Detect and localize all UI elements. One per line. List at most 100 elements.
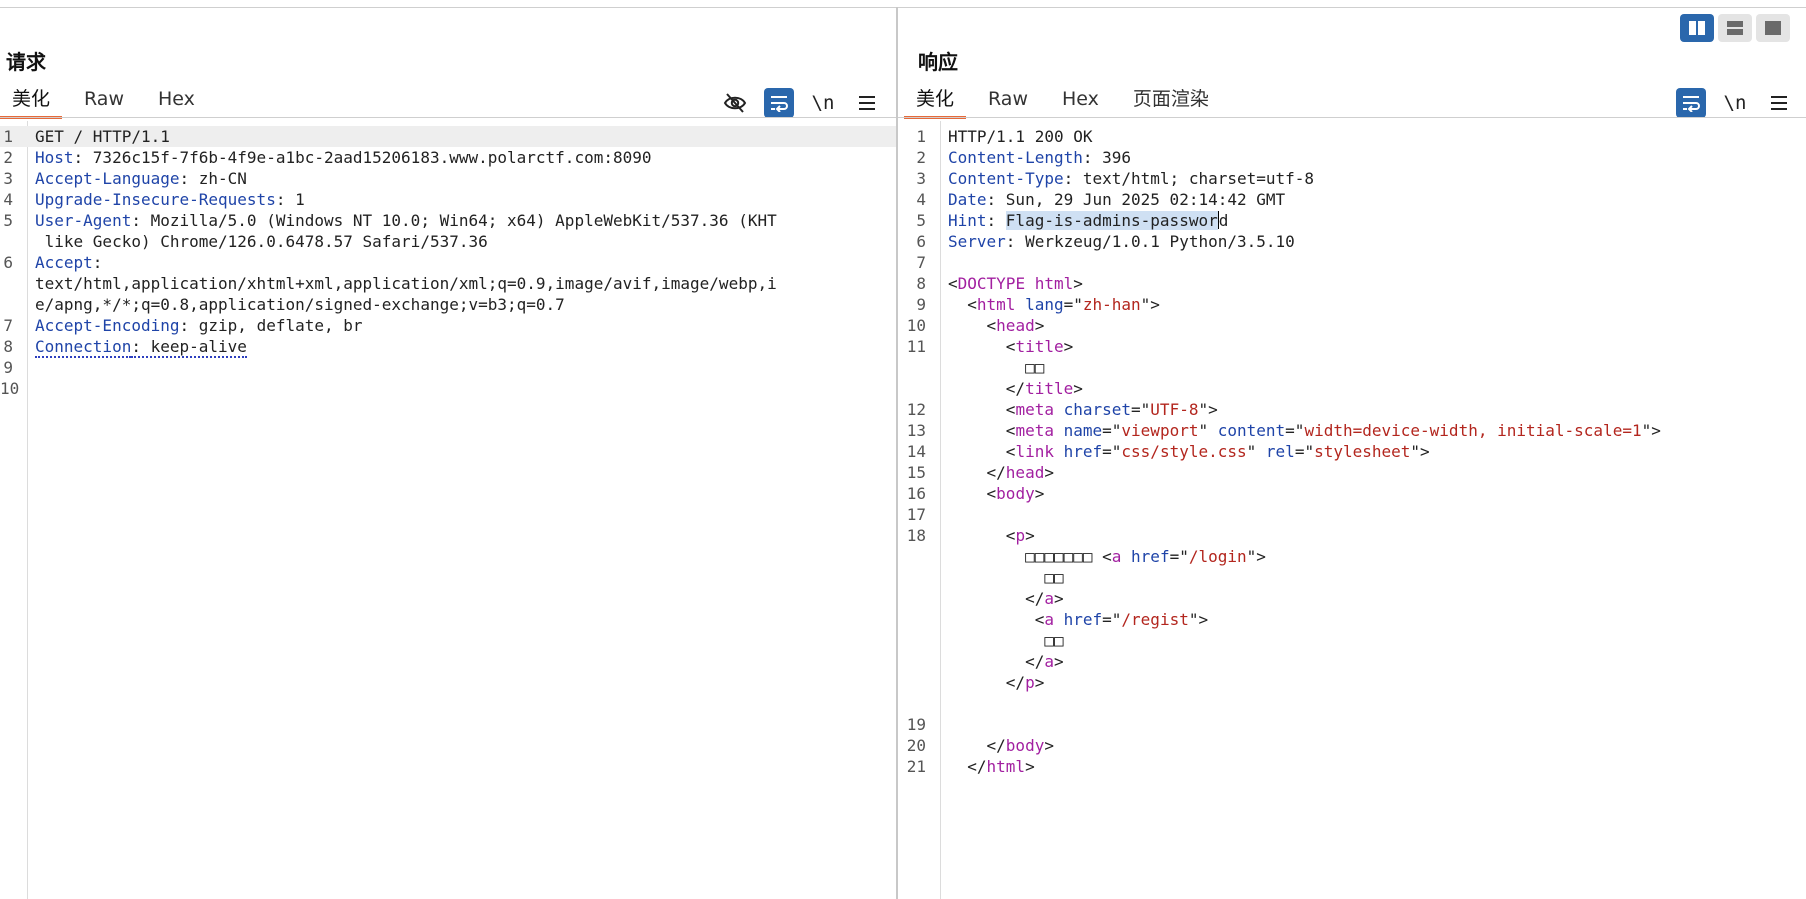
menu-icon[interactable] bbox=[852, 88, 882, 118]
line-number: 5 bbox=[3, 211, 13, 230]
code-line[interactable]: 18 <p> bbox=[898, 525, 1806, 546]
code-token: </ bbox=[948, 673, 1026, 692]
code-line[interactable]: 2 Content-Length: 396 bbox=[898, 147, 1806, 168]
code-line[interactable]: 3 Accept-Language: zh-CN bbox=[0, 168, 896, 189]
code-line[interactable]: □□ bbox=[898, 630, 1806, 651]
code-token: > bbox=[1053, 589, 1064, 608]
code-line[interactable]: 15 </head> bbox=[898, 462, 1806, 483]
line-number: 15 bbox=[906, 463, 926, 482]
response-code[interactable]: 1 HTTP/1.1 200 OK 2 Content-Length: 396 3 Con… bbox=[898, 126, 1806, 899]
line-number: 7 bbox=[3, 316, 13, 335]
code-line[interactable]: 8 <DOCTYPE html> bbox=[898, 273, 1806, 294]
code-line[interactable] bbox=[898, 693, 1806, 714]
code-line[interactable]: 10 bbox=[0, 378, 896, 399]
line-number: 3 bbox=[916, 169, 926, 188]
code-token: =" bbox=[1131, 400, 1151, 419]
line-number: 9 bbox=[916, 295, 926, 314]
code-line[interactable]: 14 <link href="css/style.css" rel="style… bbox=[898, 441, 1806, 462]
tab-hex[interactable]: Hex bbox=[146, 86, 207, 119]
wrap-icon[interactable] bbox=[764, 88, 794, 118]
code-token: title bbox=[1025, 379, 1074, 398]
code-line[interactable]: 1 GET / HTTP/1.1 bbox=[0, 126, 896, 147]
response-title: 响应 bbox=[918, 50, 958, 74]
code-token: </ bbox=[948, 589, 1045, 608]
line-number: 7 bbox=[916, 253, 926, 272]
code-line[interactable]: 6 Accept: bbox=[0, 252, 896, 273]
request-editor[interactable]: 1 GET / HTTP/1.1 2 Host: 7326c15f-7f6b-4f9e… bbox=[0, 121, 896, 899]
code-token: > bbox=[1073, 379, 1083, 398]
code-line[interactable]: 13 <meta name="viewport" content="width=… bbox=[898, 420, 1806, 441]
tab-raw[interactable]: Raw bbox=[72, 86, 136, 119]
request-tabs-rule bbox=[0, 117, 896, 118]
code-token: < bbox=[948, 484, 997, 503]
code-line[interactable]: 7 Accept-Encoding: gzip, deflate, br bbox=[0, 315, 896, 336]
code-line[interactable]: 5 Hint: Flag-is-admins-password bbox=[898, 210, 1806, 231]
code-token: > bbox=[1053, 652, 1064, 671]
code-line[interactable]: 2 Host: 7326c15f-7f6b-4f9e-a1bc-2aad15206… bbox=[0, 147, 896, 168]
line-number: 18 bbox=[906, 526, 926, 545]
code-line[interactable]: 21 </html> bbox=[898, 756, 1806, 777]
tab-hex[interactable]: Hex bbox=[1050, 86, 1111, 119]
code-line[interactable]: 3 Content-Type: text/html; charset=utf-8 bbox=[898, 168, 1806, 189]
request-tabs: 美化 Raw Hex bbox=[0, 86, 207, 119]
code-token: href bbox=[1053, 610, 1103, 629]
line-number: 20 bbox=[906, 736, 926, 755]
code-line[interactable]: 9 <html lang="zh-han"> bbox=[898, 294, 1806, 315]
code-line[interactable]: 9 bbox=[0, 357, 896, 378]
code-token: < bbox=[948, 400, 1016, 419]
eye-off-icon[interactable] bbox=[720, 88, 750, 118]
code-line[interactable]: 8 Connection: keep-alive bbox=[0, 336, 896, 358]
code-line[interactable]: 7 bbox=[898, 252, 1806, 273]
code-line[interactable]: 12 <meta charset="UTF-8"> bbox=[898, 399, 1806, 420]
code-token: css/style.css bbox=[1121, 442, 1247, 461]
code-line[interactable]: 16 <body> bbox=[898, 483, 1806, 504]
code-line[interactable]: 10 <head> bbox=[898, 315, 1806, 336]
code-line[interactable]: </p> bbox=[898, 672, 1806, 693]
tab-render[interactable]: 页面渲染 bbox=[1121, 86, 1221, 119]
line-number: 10 bbox=[0, 379, 20, 398]
code-line[interactable]: like Gecko) Chrome/126.0.6478.57 Safari/… bbox=[0, 231, 896, 252]
code-line[interactable]: 4 Date: Sun, 29 Jun 2025 02:14:42 GMT bbox=[898, 189, 1806, 210]
code-token: Accept-Encoding bbox=[35, 316, 180, 335]
code-line[interactable]: text/html,application/xhtml+xml,applicat… bbox=[0, 273, 896, 294]
tab-pretty[interactable]: 美化 bbox=[0, 86, 63, 119]
code-line[interactable]: </a> bbox=[898, 651, 1806, 672]
code-line[interactable]: </title> bbox=[898, 378, 1806, 399]
code-token: rel bbox=[1256, 442, 1295, 461]
tab-pretty[interactable]: 美化 bbox=[904, 86, 967, 119]
code-token: "> bbox=[1198, 400, 1218, 419]
code-line[interactable]: 19 bbox=[898, 714, 1806, 735]
code-token: "> bbox=[1188, 610, 1209, 629]
wrap-icon[interactable] bbox=[1676, 88, 1706, 118]
code-line[interactable]: 17 bbox=[898, 504, 1806, 525]
code-token: href bbox=[1121, 547, 1170, 566]
newline-toggle[interactable]: \n bbox=[1720, 88, 1750, 118]
tab-raw[interactable]: Raw bbox=[976, 86, 1040, 119]
code-line[interactable]: <a href="/regist"> bbox=[898, 609, 1806, 630]
line-number: 11 bbox=[906, 337, 926, 356]
code-line[interactable]: </a> bbox=[898, 588, 1806, 609]
code-line[interactable]: □□ bbox=[898, 567, 1806, 588]
code-line[interactable]: 20 </body> bbox=[898, 735, 1806, 756]
menu-icon[interactable] bbox=[1764, 88, 1794, 118]
code-line[interactable]: 1 HTTP/1.1 200 OK bbox=[898, 126, 1806, 147]
code-line[interactable]: □□□□□□□ <a href="/login"> bbox=[898, 546, 1806, 567]
response-editor[interactable]: 1 HTTP/1.1 200 OK 2 Content-Length: 396 3 Con… bbox=[898, 121, 1806, 899]
code-token: head bbox=[1005, 463, 1045, 482]
code-token: : keep-alive bbox=[131, 337, 247, 358]
code-token: UTF-8 bbox=[1150, 400, 1199, 419]
code-token: d bbox=[1218, 211, 1229, 230]
code-line[interactable]: 4 Upgrade-Insecure-Requests: 1 bbox=[0, 189, 896, 210]
code-line[interactable]: 6 Server: Werkzeug/1.0.1 Python/3.5.10 bbox=[898, 231, 1806, 252]
request-code[interactable]: 1 GET / HTTP/1.1 2 Host: 7326c15f-7f6b-4f9e… bbox=[0, 126, 896, 899]
code-token: Accept-Language bbox=[35, 169, 180, 188]
code-token: </ bbox=[948, 757, 987, 776]
code-line[interactable]: □□ bbox=[898, 357, 1806, 378]
code-line[interactable]: 5 User-Agent: Mozilla/5.0 (Windows NT 10.… bbox=[0, 210, 896, 231]
newline-toggle[interactable]: \n bbox=[808, 88, 838, 118]
code-token: : Werkzeug/1.0.1 Python/3.5.10 bbox=[1005, 232, 1295, 251]
request-title: 请求 bbox=[6, 50, 46, 74]
code-token: □□ bbox=[948, 568, 1064, 587]
code-line[interactable]: e/apng,*/*;q=0.8,application/signed-exch… bbox=[0, 294, 896, 315]
code-line[interactable]: 11 <title> bbox=[898, 336, 1806, 357]
